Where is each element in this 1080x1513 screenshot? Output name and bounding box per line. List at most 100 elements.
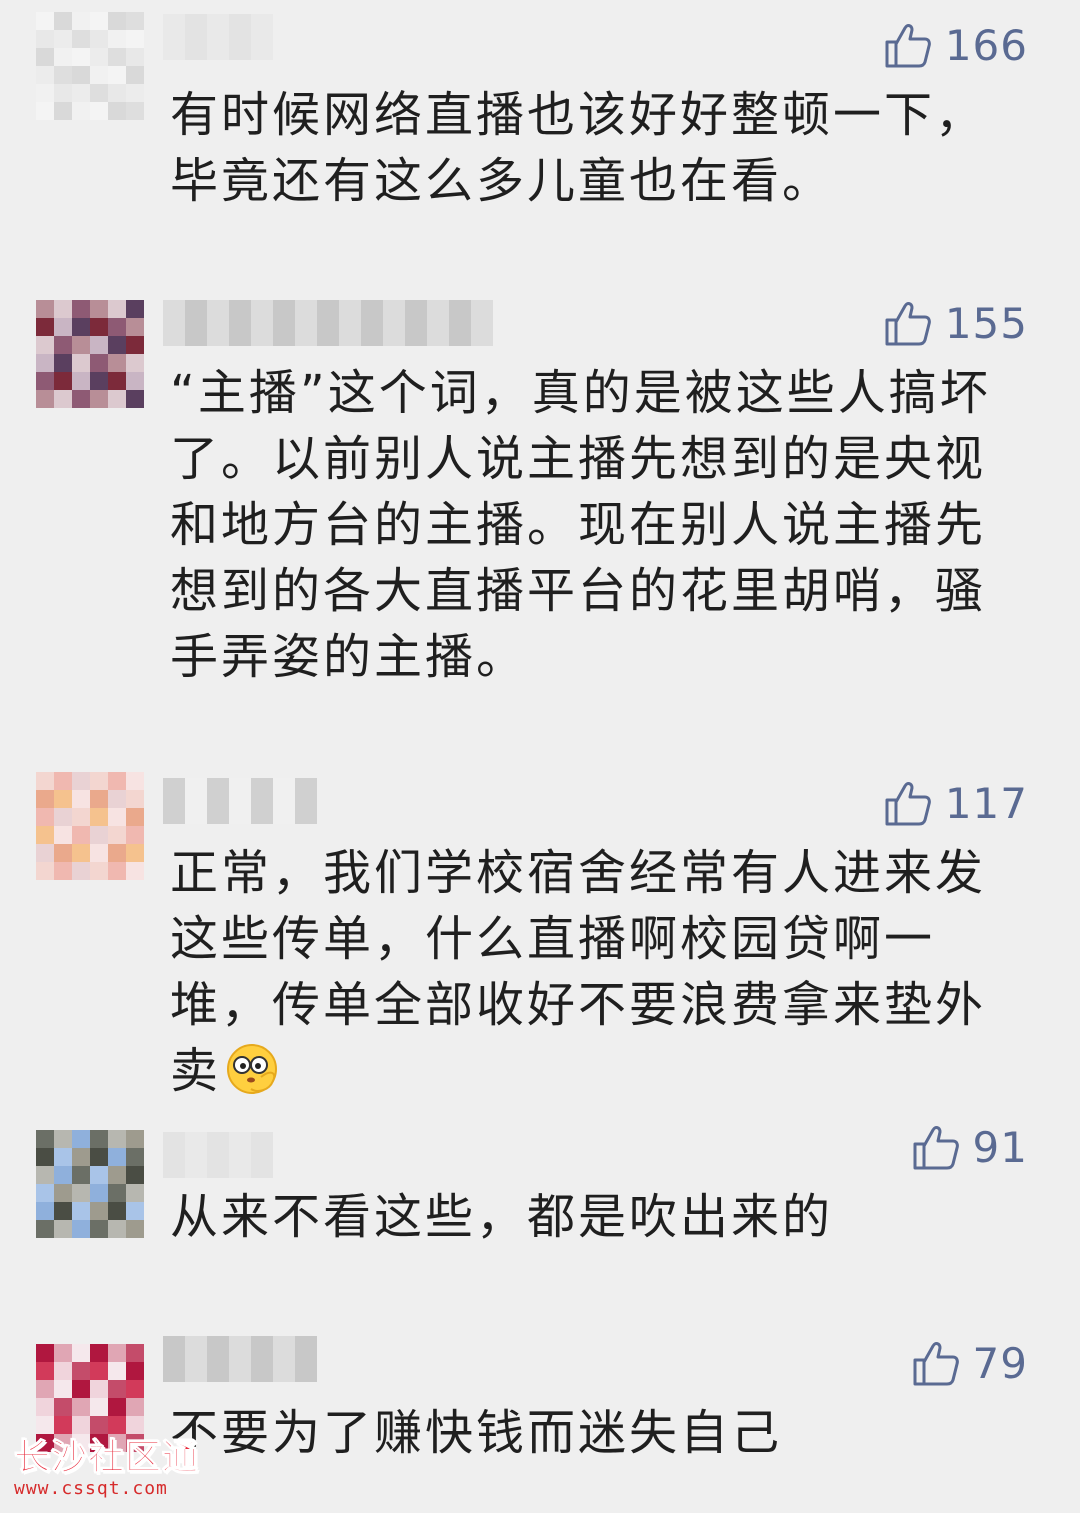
- avatar-mosaic-cell: [72, 84, 90, 102]
- username-mosaic-cell: [383, 300, 405, 346]
- avatar-mosaic-cell: [90, 372, 108, 390]
- avatar-mosaic-cell: [126, 336, 144, 354]
- avatar-mosaic-cell: [36, 1344, 54, 1362]
- avatar-mosaic-cell: [72, 844, 90, 862]
- avatar-mosaic-cell: [126, 390, 144, 408]
- username-mosaic-cell: [251, 1132, 273, 1178]
- avatar-mosaic-cell: [108, 390, 126, 408]
- avatar-mosaic-cell: [72, 1398, 90, 1416]
- like-button[interactable]: 79: [911, 1338, 1028, 1388]
- avatar-mosaic-cell: [72, 336, 90, 354]
- avatar-mosaic-cell: [108, 354, 126, 372]
- avatar-mosaic-cell: [108, 372, 126, 390]
- username-blurred[interactable]: [163, 300, 493, 346]
- username-mosaic-cell: [185, 1132, 207, 1178]
- avatar-mosaic-cell: [108, 84, 126, 102]
- avatar[interactable]: [36, 12, 144, 120]
- like-count: 166: [944, 20, 1028, 70]
- username-mosaic-cell: [251, 1336, 273, 1382]
- username-mosaic-cell: [163, 14, 185, 60]
- avatar-mosaic-cell: [54, 66, 72, 84]
- avatar-mosaic-cell: [90, 808, 108, 826]
- avatar-mosaic-cell: [54, 300, 72, 318]
- avatar-mosaic-cell: [54, 372, 72, 390]
- avatar-mosaic-cell: [126, 1344, 144, 1362]
- avatar-mosaic-cell: [108, 862, 126, 880]
- avatar-mosaic-cell: [90, 1166, 108, 1184]
- avatar-mosaic-cell: [72, 12, 90, 30]
- avatar-mosaic-cell: [72, 102, 90, 120]
- avatar-mosaic-cell: [108, 808, 126, 826]
- avatar-mosaic-cell: [36, 844, 54, 862]
- username-mosaic-cell: [251, 778, 273, 824]
- avatar-mosaic-cell: [108, 12, 126, 30]
- avatar-mosaic-cell: [108, 1220, 126, 1238]
- username-mosaic-cell: [163, 1132, 185, 1178]
- thumbs-up-icon: [913, 1342, 959, 1386]
- avatar-mosaic-cell: [36, 862, 54, 880]
- avatar-mosaic-cell: [90, 1184, 108, 1202]
- avatar-mosaic-cell: [54, 862, 72, 880]
- avatar-mosaic-cell: [36, 300, 54, 318]
- avatar-mosaic-cell: [90, 12, 108, 30]
- avatar-mosaic-cell: [54, 30, 72, 48]
- avatar-mosaic-cell: [90, 66, 108, 84]
- username-blurred[interactable]: [163, 1132, 273, 1178]
- avatar-mosaic-cell: [126, 1362, 144, 1380]
- avatar-mosaic-cell: [54, 336, 72, 354]
- avatar-mosaic-cell: [72, 318, 90, 336]
- avatar-mosaic-cell: [90, 48, 108, 66]
- avatar-mosaic-cell: [36, 12, 54, 30]
- avatar-mosaic-cell: [90, 30, 108, 48]
- avatar[interactable]: [36, 1130, 144, 1238]
- avatar[interactable]: [36, 772, 144, 880]
- avatar-mosaic-cell: [108, 30, 126, 48]
- username-mosaic-cell: [207, 1336, 229, 1382]
- avatar-mosaic-cell: [72, 790, 90, 808]
- like-button[interactable]: 155: [883, 298, 1028, 348]
- username-mosaic-cell: [207, 14, 229, 60]
- username-mosaic-cell: [317, 300, 339, 346]
- like-button[interactable]: 117: [883, 778, 1028, 828]
- username-mosaic-cell: [295, 300, 317, 346]
- like-count: 91: [972, 1122, 1028, 1172]
- avatar-mosaic-cell: [36, 1166, 54, 1184]
- like-button[interactable]: 91: [911, 1122, 1028, 1172]
- thinking-face-emoji-icon: [227, 1044, 278, 1094]
- thumbs-up-icon: [885, 302, 931, 346]
- username-blurred[interactable]: [163, 778, 317, 824]
- avatar-mosaic-cell: [36, 1148, 54, 1166]
- avatar-mosaic-cell: [72, 1344, 90, 1362]
- username-mosaic-cell: [163, 778, 185, 824]
- avatar-mosaic-cell: [126, 372, 144, 390]
- comment-text: 正常，我们学校宿舍经常有人进来发这些传单，什么直播啊校园贷啊一堆，传单全部收好不…: [170, 840, 1020, 1104]
- avatar-mosaic-cell: [54, 1380, 72, 1398]
- avatar-mosaic-cell: [36, 48, 54, 66]
- avatar-mosaic-cell: [36, 826, 54, 844]
- avatar-mosaic-cell: [36, 1202, 54, 1220]
- avatar-mosaic-cell: [108, 336, 126, 354]
- comment-text: 从来不看这些，都是吹出来的: [170, 1189, 834, 1245]
- username-mosaic-cell: [295, 778, 317, 824]
- avatar-mosaic-cell: [90, 1344, 108, 1362]
- avatar[interactable]: [36, 300, 144, 408]
- avatar-mosaic-cell: [36, 102, 54, 120]
- username-mosaic-cell: [207, 300, 229, 346]
- username-mosaic-cell: [449, 300, 471, 346]
- avatar-mosaic-cell: [54, 1398, 72, 1416]
- avatar-mosaic-cell: [72, 826, 90, 844]
- avatar-mosaic-cell: [108, 1202, 126, 1220]
- like-button[interactable]: 166: [883, 20, 1028, 70]
- avatar-mosaic-cell: [90, 390, 108, 408]
- username-blurred[interactable]: [163, 14, 273, 60]
- avatar-mosaic-cell: [72, 300, 90, 318]
- avatar-mosaic-cell: [72, 390, 90, 408]
- avatar-mosaic-cell: [126, 772, 144, 790]
- avatar-mosaic-cell: [90, 300, 108, 318]
- like-count: 79: [972, 1338, 1028, 1388]
- avatar-mosaic-cell: [108, 826, 126, 844]
- watermark-name: 长沙社区通: [13, 1437, 200, 1479]
- avatar-mosaic-cell: [72, 372, 90, 390]
- username-blurred[interactable]: [163, 1336, 317, 1382]
- username-mosaic-cell: [207, 778, 229, 824]
